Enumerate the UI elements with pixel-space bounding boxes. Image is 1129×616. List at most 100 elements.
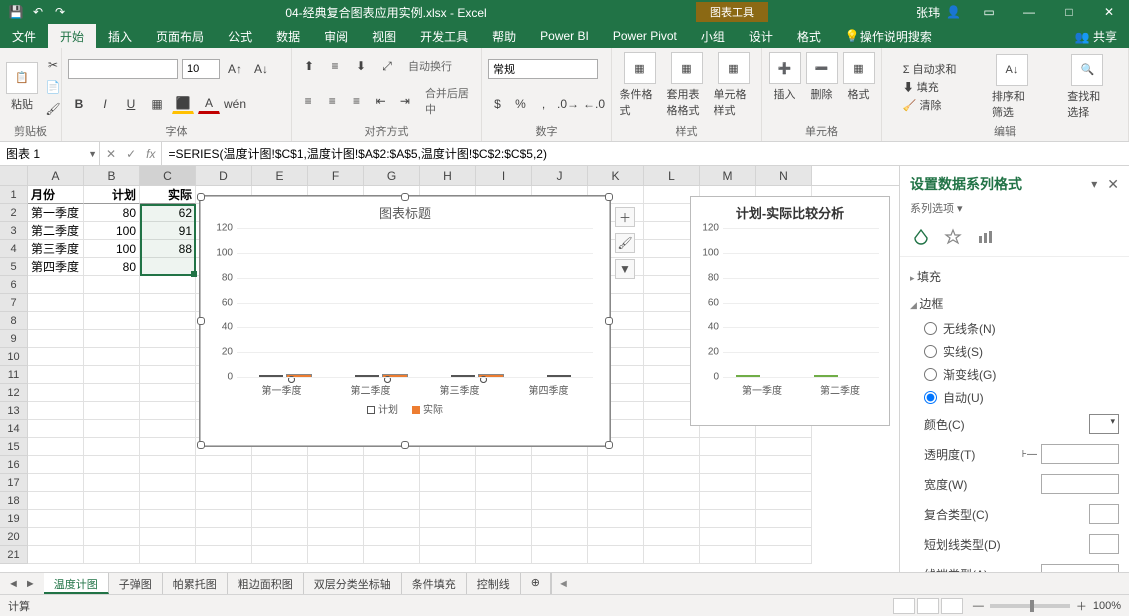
cell[interactable] <box>28 438 84 456</box>
cell[interactable] <box>140 420 196 438</box>
save-icon[interactable]: 💾 <box>8 4 24 20</box>
series-options-tab-icon[interactable] <box>974 226 996 248</box>
align-middle-icon[interactable]: ≡ <box>324 56 346 76</box>
cell[interactable] <box>140 258 196 276</box>
cell[interactable] <box>140 330 196 348</box>
dec-decimal-icon[interactable]: ←.0 <box>583 94 605 114</box>
cell[interactable] <box>700 438 756 456</box>
cell[interactable] <box>84 546 140 564</box>
sheet-tab[interactable]: 温度计图 <box>44 573 109 594</box>
tab-powerpivot[interactable]: Power Pivot <box>601 24 689 48</box>
dash-type-picker[interactable] <box>1089 534 1119 554</box>
cell[interactable] <box>644 474 700 492</box>
cell[interactable] <box>28 366 84 384</box>
cell[interactable] <box>252 474 308 492</box>
cell[interactable] <box>308 492 364 510</box>
cell[interactable] <box>28 330 84 348</box>
clear-button[interactable]: 🧹 清除 <box>903 97 957 113</box>
row-header[interactable]: 17 <box>0 474 28 492</box>
orientation-icon[interactable]: ⤢ <box>376 56 398 76</box>
cell[interactable] <box>84 348 140 366</box>
conditional-format-button[interactable]: ▦条件格式 <box>620 52 660 121</box>
cell[interactable] <box>644 492 700 510</box>
cell[interactable] <box>364 492 420 510</box>
cell[interactable] <box>140 348 196 366</box>
cell[interactable] <box>28 474 84 492</box>
cell[interactable] <box>84 276 140 294</box>
row-header[interactable]: 12 <box>0 384 28 402</box>
col-header[interactable]: M <box>700 166 756 185</box>
cell[interactable] <box>532 528 588 546</box>
indent-dec-icon[interactable]: ⇤ <box>371 91 391 111</box>
select-all-corner[interactable] <box>0 166 28 185</box>
bold-icon[interactable]: B <box>68 94 90 114</box>
cell[interactable]: 88 <box>140 240 196 258</box>
user-account[interactable]: 张玮 👤 <box>908 4 969 21</box>
sheet-tab[interactable]: 帕累托图 <box>163 573 228 594</box>
row-header[interactable]: 13 <box>0 402 28 420</box>
cell[interactable] <box>476 474 532 492</box>
cap-type-picker[interactable] <box>1041 564 1119 572</box>
cell[interactable] <box>700 546 756 564</box>
sort-filter-button[interactable]: A↓排序和筛选 <box>992 54 1032 120</box>
page-break-view-button[interactable] <box>941 598 963 614</box>
cell[interactable]: 第二季度 <box>28 222 84 240</box>
cell[interactable] <box>84 528 140 546</box>
cell[interactable] <box>140 366 196 384</box>
align-left-icon[interactable]: ≡ <box>298 91 318 111</box>
cell[interactable] <box>644 456 700 474</box>
cell[interactable]: 80 <box>84 258 140 276</box>
cell[interactable] <box>756 528 812 546</box>
cell[interactable] <box>140 492 196 510</box>
cell[interactable] <box>700 492 756 510</box>
cell[interactable] <box>84 510 140 528</box>
zoom-out-button[interactable]: — <box>973 600 984 612</box>
merge-button[interactable]: 合并后居中 <box>425 85 475 117</box>
cell[interactable] <box>308 510 364 528</box>
cell[interactable] <box>84 420 140 438</box>
cell[interactable] <box>84 330 140 348</box>
cell[interactable] <box>476 456 532 474</box>
share-button[interactable]: 👥 共享 <box>1063 24 1129 48</box>
chart-2[interactable]: 计划-实际比较分析 020406080100120 第一季度第二季度 <box>690 196 890 426</box>
row-header[interactable]: 4 <box>0 240 28 258</box>
chart-filters-button[interactable]: ▼ <box>615 259 635 279</box>
cell[interactable] <box>84 438 140 456</box>
row-header[interactable]: 3 <box>0 222 28 240</box>
solid-line-radio[interactable] <box>924 345 937 358</box>
series-options-dropdown[interactable]: 系列选项 <box>910 203 954 215</box>
cell[interactable] <box>532 546 588 564</box>
cell[interactable] <box>364 510 420 528</box>
cell[interactable] <box>28 456 84 474</box>
cell[interactable] <box>420 456 476 474</box>
cell[interactable]: 计划 <box>84 186 140 204</box>
tab-data[interactable]: 数据 <box>264 24 312 48</box>
cell[interactable] <box>476 492 532 510</box>
cell[interactable] <box>196 492 252 510</box>
indent-inc-icon[interactable]: ⇥ <box>395 91 415 111</box>
cell[interactable] <box>252 492 308 510</box>
col-header[interactable]: K <box>588 166 644 185</box>
cell[interactable] <box>476 528 532 546</box>
font-color-icon[interactable]: A <box>198 94 220 114</box>
italic-icon[interactable]: I <box>94 94 116 114</box>
fill-section[interactable]: 填充 <box>910 263 1119 290</box>
cell[interactable] <box>644 528 700 546</box>
cell[interactable] <box>532 474 588 492</box>
undo-icon[interactable]: ↶ <box>30 4 46 20</box>
enter-formula-icon[interactable]: ✓ <box>126 147 136 161</box>
cell[interactable] <box>28 420 84 438</box>
width-input[interactable] <box>1041 474 1119 494</box>
format-cells-button[interactable]: ▦格式 <box>842 52 875 121</box>
delete-cells-button[interactable]: ➖删除 <box>805 52 838 121</box>
paste-button[interactable]: 📋 粘贴 <box>6 62 38 112</box>
cell-styles-button[interactable]: ▦单元格样式 <box>714 52 754 121</box>
col-header[interactable]: E <box>252 166 308 185</box>
legend-item[interactable]: 实际 <box>412 401 443 416</box>
underline-icon[interactable]: U <box>120 94 142 114</box>
tab-layout[interactable]: 页面布局 <box>144 24 216 48</box>
align-top-icon[interactable]: ⬆ <box>298 56 320 76</box>
row-header[interactable]: 14 <box>0 420 28 438</box>
cell[interactable] <box>28 384 84 402</box>
cell[interactable] <box>308 546 364 564</box>
